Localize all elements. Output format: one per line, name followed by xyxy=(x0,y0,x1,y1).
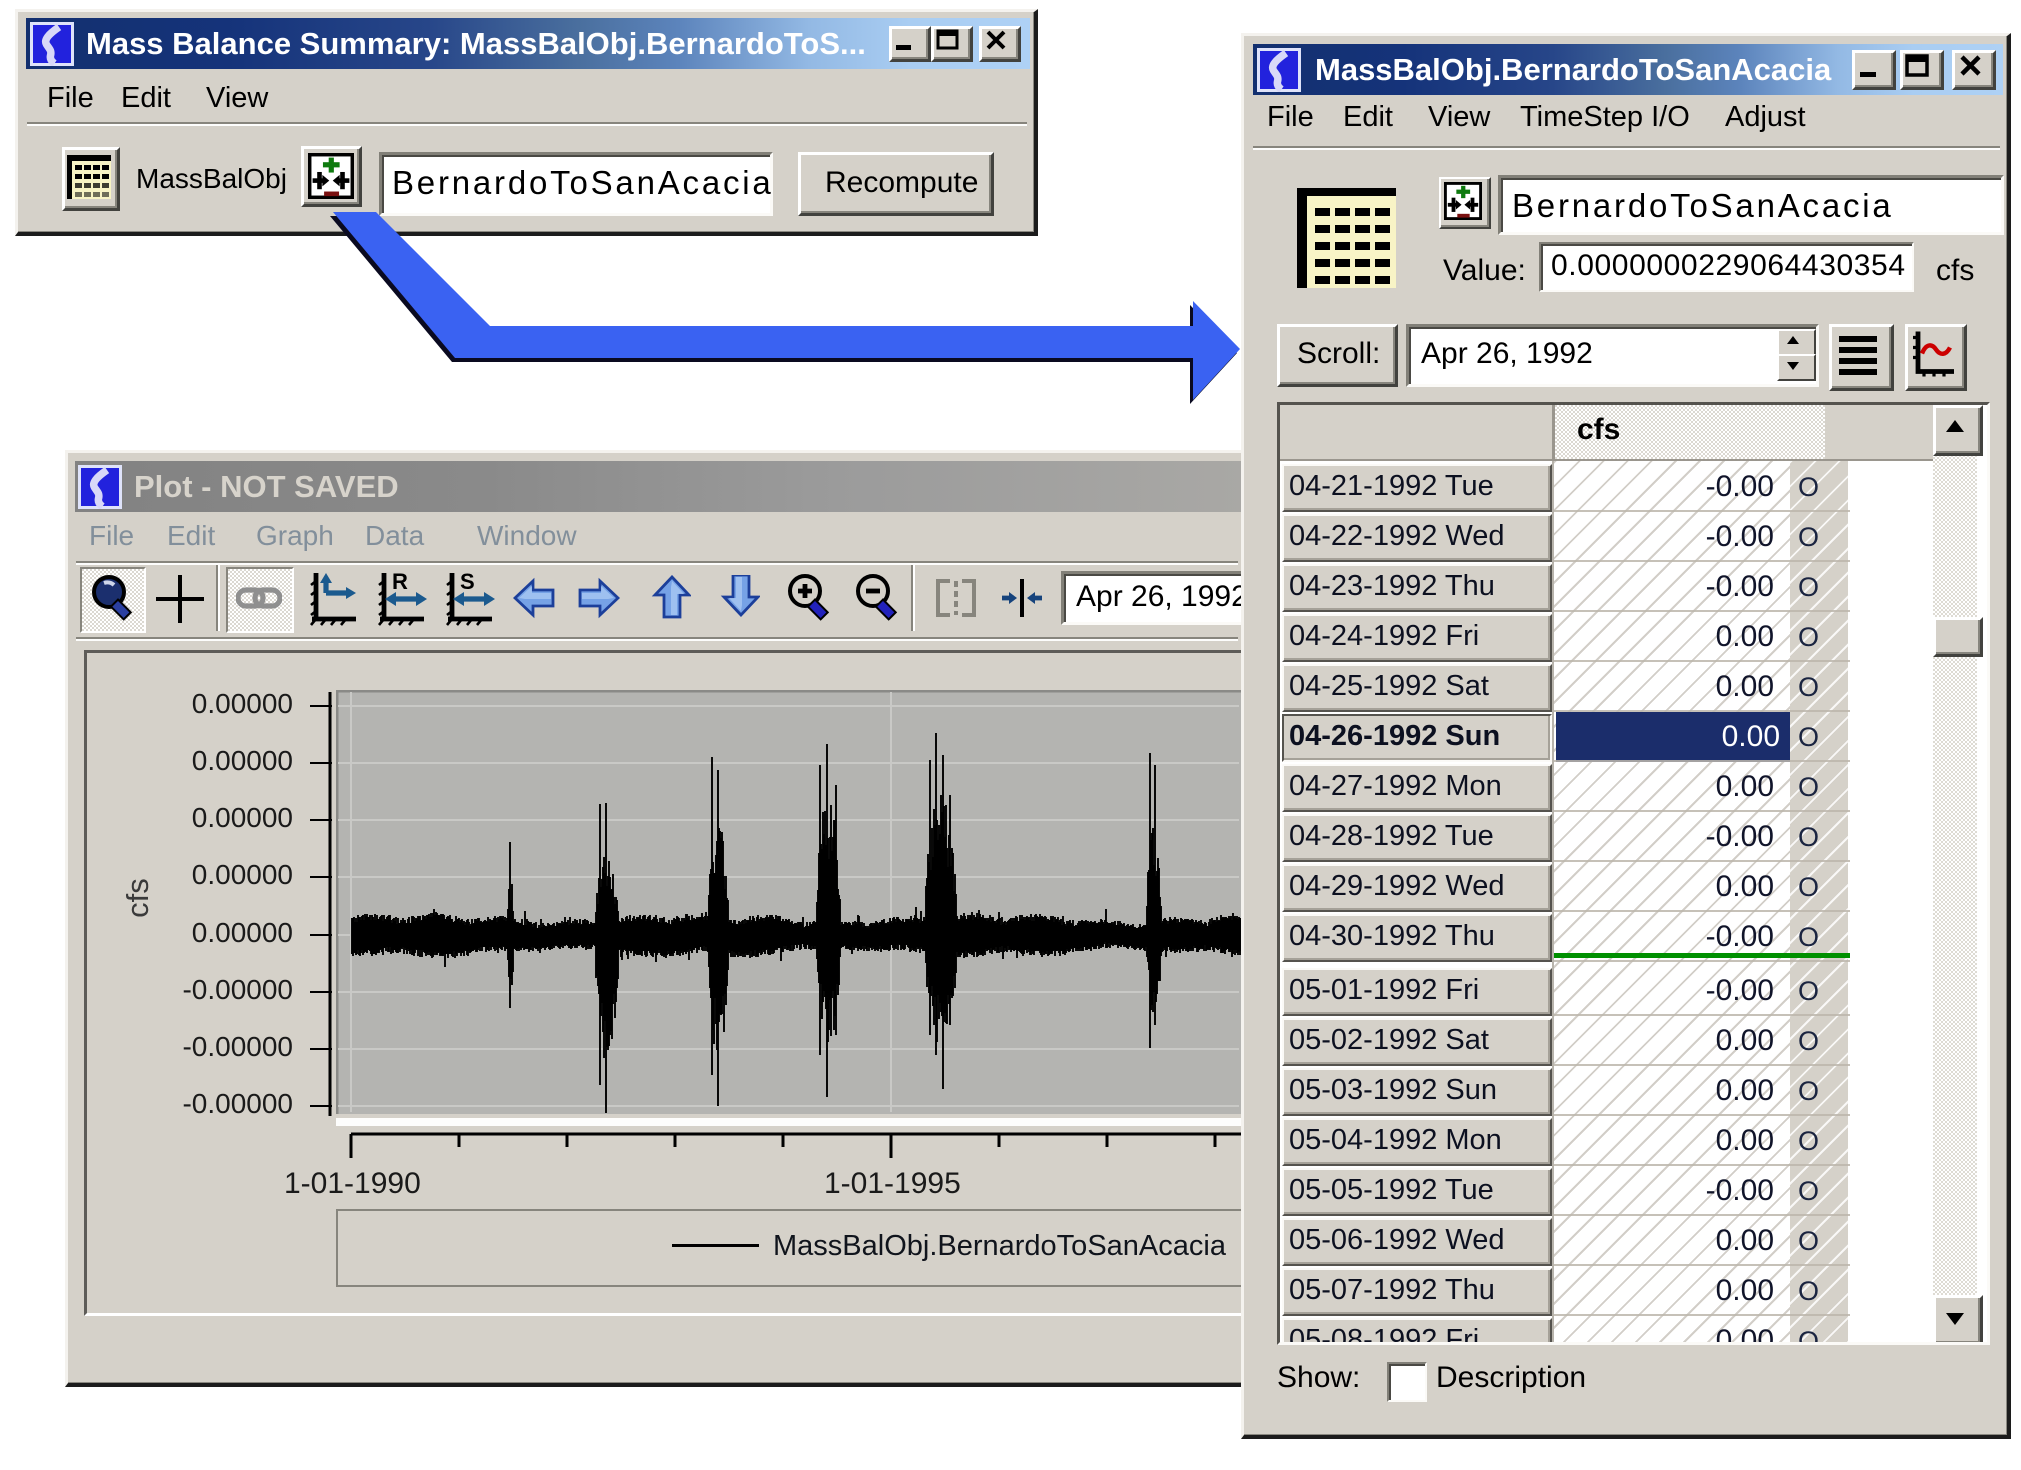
svg-text:S: S xyxy=(460,571,475,594)
svg-text:R: R xyxy=(392,571,408,594)
